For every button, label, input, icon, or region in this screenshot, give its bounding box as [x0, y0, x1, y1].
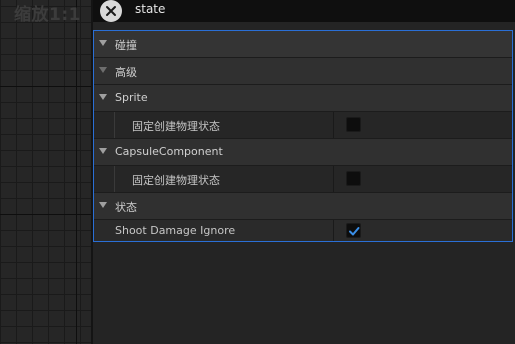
- category-sprite[interactable]: Sprite: [94, 85, 512, 111]
- category-label: 碰撞: [115, 39, 137, 52]
- indent-line: [114, 112, 115, 138]
- zoom-label: 缩放1:1: [14, 5, 81, 25]
- property-label: 固定创建物理状态: [132, 120, 220, 133]
- category-label: 状态: [115, 201, 137, 214]
- close-icon[interactable]: [100, 0, 122, 22]
- grid-line: [76, 0, 77, 344]
- column-separator[interactable]: [333, 220, 334, 241]
- column-separator[interactable]: [333, 166, 334, 192]
- category-label: Sprite: [115, 91, 148, 104]
- property-row: Shoot Damage Ignore: [94, 220, 512, 241]
- chevron-down-icon[interactable]: [99, 94, 107, 100]
- checkbox[interactable]: [346, 171, 361, 186]
- checkmark-icon: [349, 227, 360, 236]
- search-input[interactable]: state: [135, 2, 165, 16]
- chevron-down-icon[interactable]: [99, 67, 107, 73]
- category-label: 高级: [115, 66, 137, 79]
- checkbox-checked[interactable]: [346, 223, 361, 238]
- search-bar: state: [93, 0, 515, 22]
- property-label: 固定创建物理状态: [132, 174, 220, 187]
- property-row: 固定创建物理状态: [94, 112, 512, 138]
- property-row: 固定创建物理状态: [94, 166, 512, 192]
- grid-line: [0, 214, 91, 215]
- category-state[interactable]: 状态: [94, 193, 512, 219]
- column-separator[interactable]: [333, 112, 334, 138]
- category-collision[interactable]: 碰撞: [94, 31, 512, 57]
- indent-line: [114, 166, 115, 192]
- details-panel: state 碰撞 高级 Sprite 固定创建物理状态 CapsuleCompo…: [93, 0, 515, 344]
- category-advanced[interactable]: 高级: [94, 58, 512, 84]
- checkbox[interactable]: [346, 117, 361, 132]
- chevron-down-icon[interactable]: [99, 148, 107, 154]
- category-capsulecomponent[interactable]: CapsuleComponent: [94, 139, 512, 165]
- category-label: CapsuleComponent: [115, 145, 223, 158]
- grid-line: [0, 86, 91, 87]
- chevron-down-icon[interactable]: [99, 202, 107, 208]
- viewport-grid[interactable]: 缩放1:1: [0, 0, 91, 344]
- property-label: Shoot Damage Ignore: [115, 224, 236, 237]
- details-tree: 碰撞 高级 Sprite 固定创建物理状态 CapsuleComponent 固…: [93, 30, 513, 242]
- chevron-down-icon[interactable]: [99, 40, 107, 46]
